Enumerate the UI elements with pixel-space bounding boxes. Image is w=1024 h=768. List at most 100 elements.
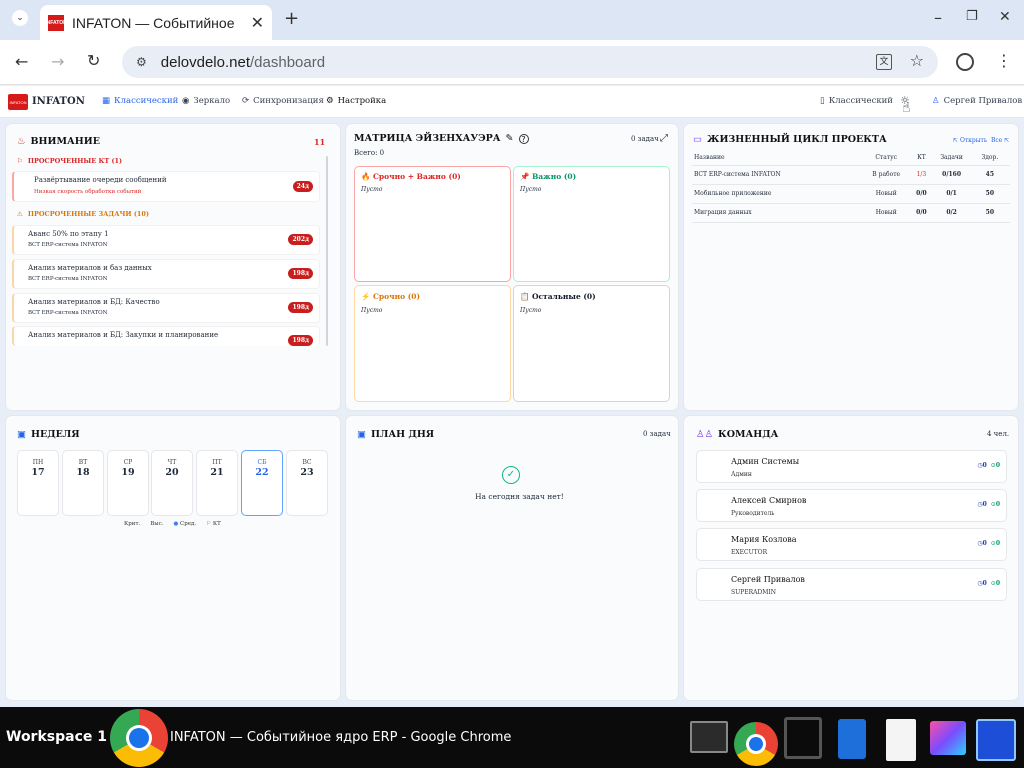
calendar-icon: ▣ xyxy=(17,429,26,440)
plan-task-count: 0 задач xyxy=(643,430,671,438)
lifecycle-all-link[interactable]: Все ⇱ xyxy=(991,137,1009,144)
url-text: delovdelo.net/dashboard xyxy=(160,53,326,71)
document-viewer-icon[interactable] xyxy=(886,719,916,761)
quadrant-urgent[interactable]: ⚡ Срочно (0) Пусто xyxy=(354,285,511,402)
chrome-launcher-icon[interactable] xyxy=(734,722,778,766)
team-member[interactable]: Админ Системы Админ ◷0 ⊙0 xyxy=(696,450,1007,483)
table-row[interactable]: Мобильное приложение Новый 0/0 0/1 50 xyxy=(692,184,1010,203)
team-member[interactable]: Сергей Привалов SUPERADMIN ◷0 ⊙0 xyxy=(696,568,1007,601)
attention-count: 11 xyxy=(314,137,326,147)
terminal-icon[interactable] xyxy=(690,721,728,753)
attention-header: ♨ ВНИМАНИЕ xyxy=(17,136,100,147)
app-logo[interactable]: INFATON xyxy=(8,94,28,110)
team-member[interactable]: Алексей Смирнов Руководитель ◷0 ⊙0 xyxy=(696,489,1007,522)
browser-toolbar: ← → ↻ ⚙ delovdelo.net/dashboard 文 ☆ ⋮ xyxy=(0,40,1024,85)
user-menu[interactable]: ♙ Сергей Привалов xyxy=(932,96,1022,106)
expand-icon[interactable]: ⤢ xyxy=(660,133,668,144)
task-item[interactable]: Анализ материалов и БД: Качество ВСТ ERP… xyxy=(12,293,320,323)
day-cell[interactable]: ВС 23 xyxy=(286,450,328,516)
task-item[interactable]: Анализ материалов и БД: Закупки и планир… xyxy=(12,326,320,346)
quadrant-urgent-important[interactable]: 🔥 Срочно + Важно (0) Пусто xyxy=(354,166,511,282)
minimize-icon[interactable]: – xyxy=(934,8,942,27)
table-row[interactable]: ВСТ ERP-система INFATON В работе 1/3 0/1… xyxy=(692,165,1010,184)
folder-icon: ▭ xyxy=(693,134,702,145)
quadrant-empty: Пусто xyxy=(361,186,383,193)
image-viewer-icon[interactable] xyxy=(930,721,966,755)
day-cell[interactable]: ЧТ 20 xyxy=(151,450,193,516)
chrome-icon[interactable] xyxy=(110,709,168,767)
browser-tab[interactable]: INFATON INFATON — Событийное ядро ERP ✕ xyxy=(40,5,272,40)
kt-item-subtitle: Низкая скорость обработки событий xyxy=(34,189,142,195)
translate-icon[interactable]: 文 xyxy=(876,54,892,70)
overdue-badge: 198д xyxy=(288,302,313,313)
task-item[interactable]: Анализ материалов и баз данных ВСТ ERP-с… xyxy=(12,259,320,289)
back-icon[interactable]: ← xyxy=(15,52,28,71)
matrix-task-count: 0 задач xyxy=(631,135,659,143)
new-tab-icon[interactable]: + xyxy=(284,8,299,29)
week-header: ▣ НЕДЕЛЯ xyxy=(17,429,80,440)
nav-sync[interactable]: ⟳ Синхронизация xyxy=(242,96,324,106)
warning-icon: ⚠ xyxy=(17,210,23,218)
tab-title: INFATON — Событийное ядро ERP xyxy=(72,14,238,31)
quadrant-other[interactable]: 📋 Остальные (0) Пусто xyxy=(513,285,670,402)
dot-icon: ● xyxy=(173,521,179,527)
task-item-title: Анализ материалов и БД: Качество xyxy=(28,298,160,306)
day-cell[interactable]: ВТ 18 xyxy=(62,450,104,516)
quadrant-title: 🔥 Срочно + Важно (0) xyxy=(361,172,461,181)
task-item-subtitle: ВСТ ERP-система INFATON xyxy=(28,242,108,248)
quadrant-empty: Пусто xyxy=(520,186,542,193)
attention-scrollbar[interactable] xyxy=(326,156,328,346)
site-info-icon[interactable]: ⚙ xyxy=(136,55,147,69)
task-item-title: Анализ материалов и БД: Закупки и планир… xyxy=(28,331,219,339)
member-stats: ◷0 ⊙0 xyxy=(977,540,1000,547)
lifecycle-header: ▭ ЖИЗНЕННЫЙ ЦИКЛ ПРОЕКТА xyxy=(693,134,887,145)
team-member[interactable]: Мария Козлова EXECUTOR ◷0 ⊙0 xyxy=(696,528,1007,561)
plan-header: ▣ ПЛАН ДНЯ xyxy=(357,429,435,440)
lifecycle-open-link[interactable]: ⇱ Открыть xyxy=(953,137,987,144)
kt-item[interactable]: Развёртывание очереди сообщений Низкая с… xyxy=(12,171,320,202)
overdue-badge: 198д xyxy=(288,335,313,346)
address-bar[interactable]: ⚙ delovdelo.net/dashboard 文 ☆ xyxy=(122,46,938,78)
calculator-icon[interactable] xyxy=(976,719,1016,761)
task-item-subtitle: ВСТ ERP-система INFATON xyxy=(28,276,108,282)
nav-settings[interactable]: ⚙ Настройка xyxy=(326,96,386,106)
forward-icon[interactable]: → xyxy=(51,52,64,71)
flag-icon: ⚐ xyxy=(17,157,23,165)
day-cell[interactable]: ПТ 21 xyxy=(196,450,238,516)
legend-kt: ⚐ КТ xyxy=(206,521,221,527)
quadrant-empty: Пусто xyxy=(520,307,542,314)
profile-icon[interactable] xyxy=(956,53,974,71)
mode-toggle[interactable]: ▯ Классический xyxy=(820,96,893,106)
quadrant-title: 📋 Остальные (0) xyxy=(520,292,596,301)
maximize-icon[interactable]: ❐ xyxy=(966,9,978,24)
bookmark-star-icon[interactable]: ☆ xyxy=(910,51,924,70)
day-cell[interactable]: СР 19 xyxy=(107,450,149,516)
day-cell[interactable]: ПН 17 xyxy=(17,450,59,516)
tab-search-icon[interactable]: ⌄ xyxy=(12,10,28,26)
kt-item-title: Развёртывание очереди сообщений xyxy=(34,176,167,184)
edit-icon[interactable]: ✎ xyxy=(506,133,514,144)
file-manager-icon[interactable] xyxy=(838,719,866,759)
task-item[interactable]: Аванс 50% по этапу 1 ВСТ ERP-система INF… xyxy=(12,225,320,255)
help-icon[interactable]: ? xyxy=(518,133,529,144)
col-header: Здор. xyxy=(981,154,999,162)
quadrant-important[interactable]: 📌 Важно (0) Пусто xyxy=(513,166,670,282)
taskbar-window-title[interactable]: INFATON — Событийное ядро ERP - Google C… xyxy=(170,730,511,745)
matrix-total: Всего: 0 xyxy=(354,149,385,157)
table-row[interactable]: Миграция данных Новый 0/0 0/2 50 xyxy=(692,203,1010,222)
calendar-check-icon: ▣ xyxy=(357,429,366,440)
gear-icon: ⚙ xyxy=(326,96,334,106)
day-cell-today[interactable]: СБ 22 xyxy=(241,450,283,516)
menu-icon[interactable]: ⋮ xyxy=(996,51,1012,70)
workspace-label[interactable]: Workspace 1 xyxy=(6,729,107,745)
close-window-icon[interactable]: ✕ xyxy=(999,9,1011,25)
quadrant-title: ⚡ Срочно (0) xyxy=(361,292,421,301)
tab-close-icon[interactable]: ✕ xyxy=(251,13,264,32)
nav-classic[interactable]: ▦ Классический xyxy=(102,96,178,106)
nav-mirror[interactable]: ◉ Зеркало xyxy=(182,96,230,106)
quadrant-title: 📌 Важно (0) xyxy=(520,172,577,181)
cursor-icon: ☝ xyxy=(902,100,911,116)
reload-icon[interactable]: ↻ xyxy=(87,51,100,70)
tab-favicon: INFATON xyxy=(45,14,67,31)
text-editor-icon[interactable] xyxy=(784,717,822,759)
